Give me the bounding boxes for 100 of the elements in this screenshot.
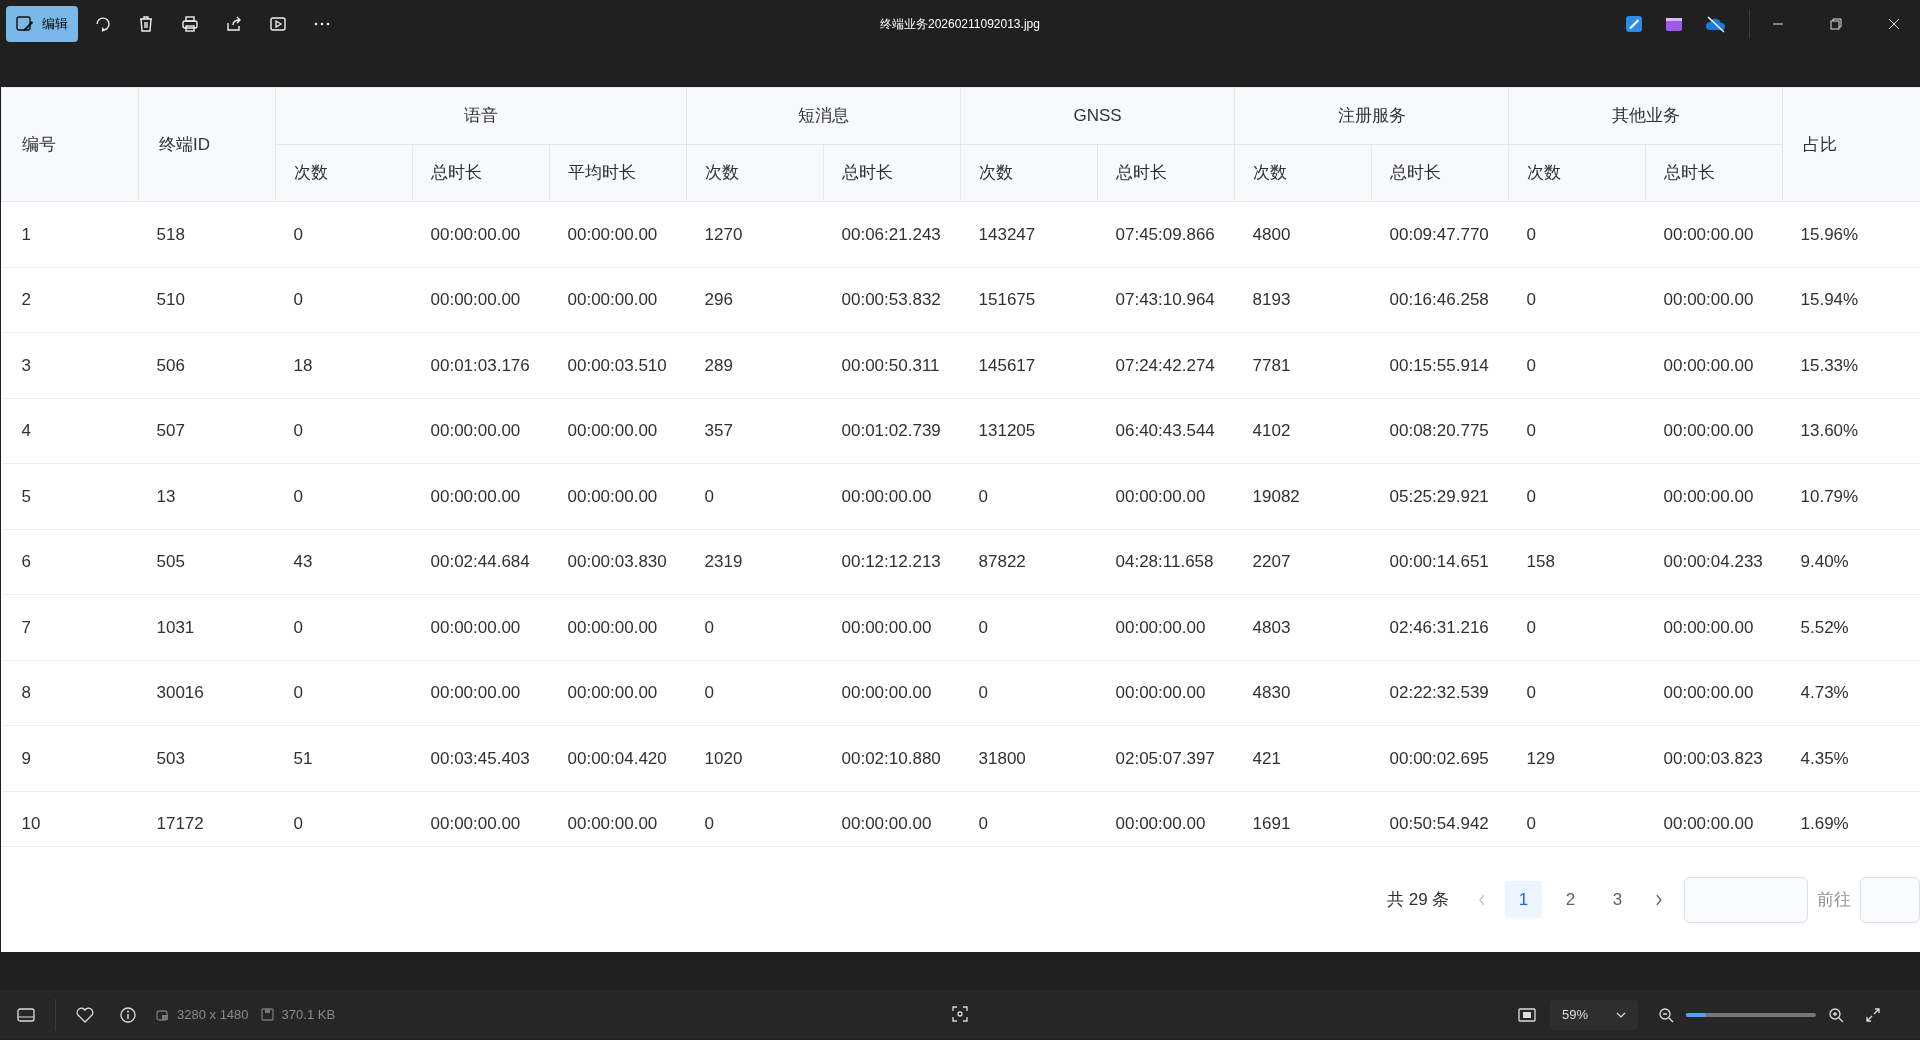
table-cell: 00:12:12.213 [841, 552, 941, 571]
table-cell: 00:00:03.823 [1663, 748, 1763, 768]
table-cell: 00:00:00.00 [1663, 290, 1754, 309]
column-header: 总时长 [1097, 144, 1235, 202]
table-cell: 43 [293, 552, 313, 571]
table-cell: 3 [21, 355, 31, 375]
table-cell: 0 [1526, 486, 1536, 506]
close-icon[interactable] [1888, 18, 1900, 30]
share-icon[interactable] [225, 15, 243, 33]
table-cell: 6 [21, 552, 31, 571]
table-cell: 0 [704, 486, 714, 506]
page-jump-field[interactable] [1860, 876, 1920, 923]
table-cell: 00:00:53.832 [841, 290, 941, 309]
table-cell: 8193 [1252, 290, 1291, 309]
table-cell: 31800 [978, 748, 1026, 768]
delete-icon[interactable] [137, 15, 155, 33]
table-cell: 07:43:10.964 [1115, 290, 1215, 309]
info-icon[interactable] [120, 1006, 136, 1023]
page-button[interactable]: 1 [1505, 881, 1543, 918]
column-header: 次数 [960, 144, 1098, 202]
column-header: 注册服务 [1234, 87, 1509, 145]
table-cell: 4 [21, 421, 31, 440]
table-cell: 0 [704, 617, 714, 637]
page-size-field[interactable] [1683, 876, 1808, 923]
restore-icon[interactable] [1830, 18, 1842, 30]
table-cell: 4803 [1252, 617, 1291, 637]
table-cell: 00:09:47.770 [1389, 224, 1489, 244]
table-cell: 1031 [156, 617, 195, 637]
table-cell: 06:40:43.544 [1115, 421, 1215, 440]
page-button[interactable]: 3 [1599, 881, 1637, 918]
table-cell: 510 [156, 290, 185, 309]
print-icon[interactable] [181, 15, 199, 33]
filmstrip-icon[interactable] [17, 1007, 35, 1022]
column-header: 次数 [275, 144, 413, 202]
column-header: 次数 [1508, 144, 1646, 202]
table-cell: 0 [978, 486, 988, 506]
edit-image-icon [16, 15, 34, 33]
column-header: 终端ID [138, 87, 276, 202]
column-header: 总时长 [412, 144, 550, 202]
table-cell: 2207 [1252, 552, 1291, 571]
table-cell: 13 [156, 486, 176, 506]
zoom-slider[interactable] [1686, 1012, 1816, 1017]
zoom-dropdown[interactable]: 59% [1550, 999, 1638, 1030]
image-size-icon [156, 1007, 170, 1022]
table-cell: 1.69% [1800, 814, 1849, 833]
table-cell: 02:22:32.539 [1389, 683, 1489, 702]
table-cell: 131205 [978, 421, 1036, 440]
table-cell: 0 [293, 290, 303, 309]
table-cell: 00:00:00.00 [430, 683, 521, 702]
table-cell: 04:28:11.658 [1115, 552, 1214, 571]
table-cell: 0 [704, 814, 714, 833]
cloud-off-icon[interactable] [1705, 15, 1727, 33]
goto-label: 前往 [1817, 888, 1851, 911]
table-cell: 00:00:00.00 [1115, 683, 1206, 702]
table-cell: 00:00:03.830 [567, 552, 667, 571]
table-cell: 00:00:00.00 [841, 617, 932, 637]
rotate-icon[interactable] [93, 15, 111, 33]
table-cell: 51 [293, 748, 313, 768]
table-cell: 00:00:00.00 [841, 486, 932, 506]
next-page-icon[interactable] [1654, 892, 1664, 907]
table-cell: 00:00:00.00 [1663, 224, 1754, 244]
table-cell: 17172 [156, 814, 204, 833]
table-cell: 00:02:10.880 [841, 748, 941, 768]
fullscreen-icon[interactable] [1866, 1007, 1880, 1022]
table-cell: 00:00:00.00 [1115, 814, 1206, 833]
table-cell: 357 [704, 421, 733, 440]
table-cell: 421 [1252, 748, 1281, 768]
edit-button[interactable]: 编辑 [6, 6, 78, 42]
chevron-down-icon [1616, 1011, 1626, 1018]
heart-icon[interactable] [76, 1006, 94, 1023]
photo-app-icon[interactable] [1625, 15, 1643, 33]
table-cell: 10 [21, 814, 41, 833]
table-cell: 19082 [1252, 486, 1300, 506]
table-cell: 9.40% [1800, 552, 1849, 571]
crop-icon[interactable] [952, 1006, 968, 1022]
table-cell: 30016 [156, 683, 204, 702]
zoom-out-icon[interactable] [1658, 1006, 1674, 1023]
table-cell: 507 [156, 421, 185, 440]
column-header: 短消息 [686, 87, 961, 145]
fit-screen-icon[interactable] [1518, 1007, 1536, 1022]
image-dimensions: 3280 x 1480 [177, 1005, 249, 1024]
page-button[interactable]: 2 [1552, 881, 1590, 918]
column-header: 次数 [1234, 144, 1372, 202]
table-cell: 7781 [1252, 355, 1291, 375]
table-cell: 0 [1526, 290, 1536, 309]
table-cell: 5.52% [1800, 617, 1849, 637]
table-cell: 15.94% [1800, 290, 1859, 309]
table-cell: 00:00:00.00 [567, 683, 658, 702]
table-cell: 143247 [978, 224, 1036, 244]
column-header: 总时长 [823, 144, 961, 202]
table-cell: 0 [704, 683, 714, 702]
table-cell: 158 [1526, 552, 1555, 571]
slideshow-icon[interactable] [269, 15, 287, 33]
table-cell: 7 [21, 617, 31, 637]
table-cell: 8 [21, 683, 31, 702]
column-header: 总时长 [1371, 144, 1509, 202]
video-editor-icon[interactable] [1665, 15, 1683, 33]
zoom-in-icon[interactable] [1828, 1006, 1844, 1023]
table-cell: 0 [978, 683, 988, 702]
save-icon [260, 1008, 274, 1021]
